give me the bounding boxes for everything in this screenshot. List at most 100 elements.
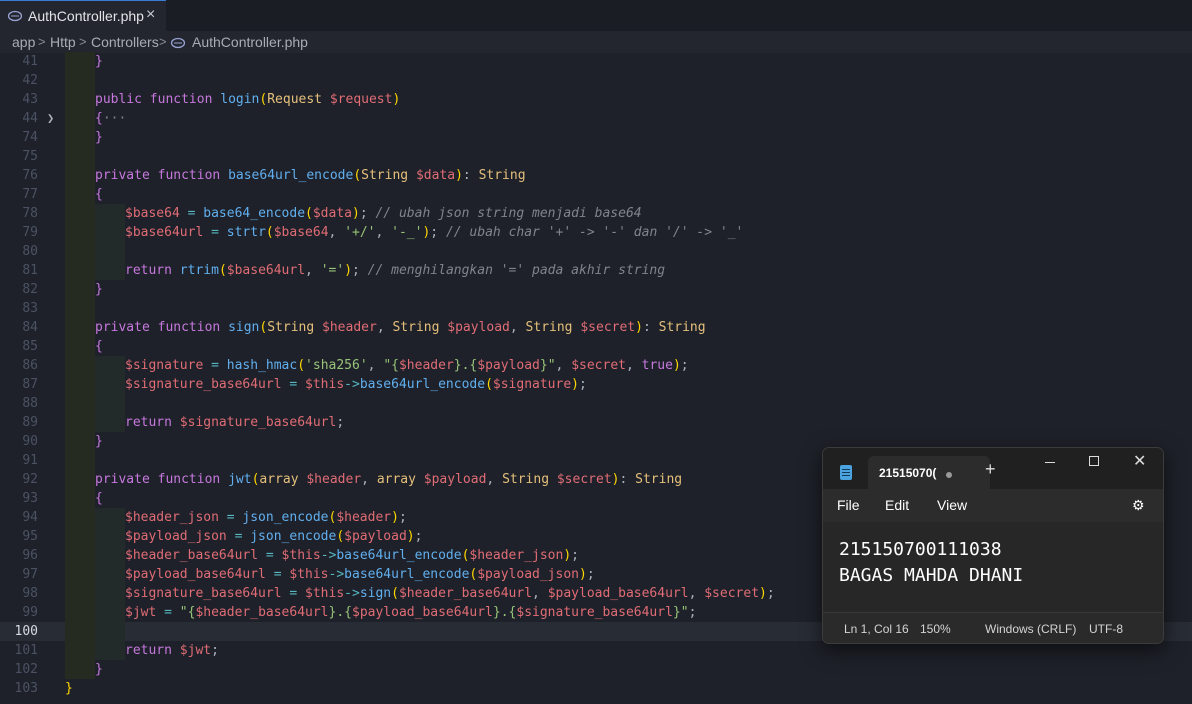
code-token: hash_hmac [226, 358, 298, 373]
code-line[interactable]: 103} [0, 679, 1192, 698]
code-text: public function login(Request $request) [95, 90, 400, 109]
maximize-button[interactable] [1089, 456, 1099, 466]
code-token: ) [759, 586, 767, 601]
code-token: } [65, 681, 73, 696]
code-token: $base64url [226, 263, 306, 278]
code-token: // menghilangkan '=' pada akhir string [367, 263, 666, 278]
code-line[interactable]: 102} [0, 660, 1192, 679]
notepad-text-line: BAGAS MAHDA DHANI [839, 565, 1024, 586]
code-line[interactable]: 43 public function login(Request $request… [0, 90, 1192, 109]
indent-guide [95, 413, 125, 432]
line-number: 83 [22, 301, 38, 316]
code-line[interactable]: 42 [0, 71, 1192, 90]
status-line-ending[interactable]: Windows (CRLF) [985, 622, 1076, 636]
code-token: : [462, 168, 479, 183]
code-token: = [265, 567, 290, 582]
code-text: } [95, 52, 103, 71]
indent-guide [95, 603, 125, 622]
code-line[interactable]: 89 return $signature_base64url; [0, 413, 1192, 432]
status-position: Ln 1, Col 16 [844, 622, 909, 636]
new-tab-button[interactable]: + [985, 459, 996, 480]
menu-file[interactable]: File [837, 497, 860, 513]
status-zoom[interactable]: 150% [920, 622, 951, 636]
line-number: 91 [22, 453, 38, 468]
code-token: $base64 [125, 206, 180, 221]
notepad-text-area[interactable]: 215150700111038 BAGAS MAHDA DHANI [823, 522, 1163, 612]
code-token: $payload_base64url [125, 567, 266, 582]
code-token: $payload [423, 472, 487, 487]
chevron-right-icon: > [159, 34, 167, 49]
code-line[interactable]: 79 $base64url = strtr($base64, '+/', '-_'… [0, 223, 1192, 242]
indent-guide [65, 356, 95, 375]
code-token: , [305, 263, 321, 278]
status-encoding[interactable]: UTF-8 [1089, 622, 1123, 636]
code-line[interactable]: 75 [0, 147, 1192, 166]
notepad-tab[interactable]: 21515070( [868, 456, 990, 489]
indent-guide [65, 109, 95, 128]
code-token: , [328, 225, 345, 240]
notepad-menubar: File Edit View ⚙ [823, 489, 1163, 522]
unsaved-dot-icon[interactable] [946, 472, 952, 478]
code-line[interactable]: 84 private function sign(String $header, … [0, 318, 1192, 337]
menu-edit[interactable]: Edit [885, 497, 909, 513]
code-token: $header_base64url [398, 586, 533, 601]
code-line[interactable]: 41} [0, 52, 1192, 71]
code-line[interactable]: 83 [0, 299, 1192, 318]
line-number: 87 [22, 377, 38, 392]
code-token: ) [392, 92, 401, 107]
line-number: 84 [22, 320, 38, 335]
code-line[interactable]: 82} [0, 280, 1192, 299]
code-token: $signature [125, 358, 204, 373]
code-text: { [95, 489, 103, 508]
code-token: $this [305, 586, 345, 601]
code-line[interactable]: 81 return rtrim($base64url, '='); // meng… [0, 261, 1192, 280]
code-line[interactable]: 88 [0, 394, 1192, 413]
code-token: -> [344, 377, 360, 392]
code-line[interactable]: 80 [0, 242, 1192, 261]
settings-gear-icon[interactable]: ⚙ [1132, 497, 1145, 514]
code-text: $base64 = base64_encode($data); // ubah … [125, 204, 642, 223]
breadcrumb-http[interactable]: Http [50, 34, 76, 50]
minimize-button[interactable] [1045, 462, 1055, 463]
line-number: 102 [14, 662, 38, 677]
code-line[interactable]: 78 $base64 = base64_encode($data); // uba… [0, 204, 1192, 223]
code-token: { [95, 111, 103, 126]
breadcrumb-app[interactable]: app [12, 34, 35, 50]
code-token: $signature_base64url [125, 377, 282, 392]
code-line[interactable]: 77 { [0, 185, 1192, 204]
code-line[interactable]: 87 $signature_base64url = $this->base64ur… [0, 375, 1192, 394]
code-text: } [95, 432, 103, 451]
code-token: String [392, 320, 448, 335]
code-line[interactable]: 86 $signature = hash_hmac('sha256', "{$he… [0, 356, 1192, 375]
indent-guide [65, 603, 95, 622]
code-token: base64url_encode [344, 567, 470, 582]
code-line[interactable]: 74} [0, 128, 1192, 147]
code-token: ; [586, 567, 595, 582]
menu-view[interactable]: View [937, 497, 967, 513]
code-line[interactable]: 44 ❯ {··· [0, 109, 1192, 128]
code-token: base64url_encode [228, 168, 354, 183]
code-text: return $jwt; [125, 641, 219, 660]
tab-authcontroller[interactable]: AuthController.php × [0, 0, 166, 31]
line-number: 86 [22, 358, 38, 373]
code-line[interactable]: 76 private function base64url_encode(Stri… [0, 166, 1192, 185]
code-text: $signature_base64url = $this->base64url_… [125, 375, 587, 394]
close-icon[interactable]: × [146, 6, 155, 24]
code-token: $signature_base64url [125, 586, 282, 601]
code-line[interactable]: 85 { [0, 337, 1192, 356]
code-token: $this [281, 548, 321, 563]
indent-guide [65, 280, 95, 299]
php-file-icon [8, 10, 22, 22]
notepad-titlebar[interactable]: 21515070( + ✕ [823, 448, 1163, 489]
breadcrumb-file[interactable]: AuthController.php [192, 34, 308, 50]
line-number: 95 [22, 529, 38, 544]
fold-chevron-icon[interactable]: ❯ [47, 109, 54, 128]
indent-guide [65, 451, 95, 470]
breadcrumb-controllers[interactable]: Controllers [91, 34, 159, 50]
code-token: $secret [580, 320, 636, 335]
code-text: } [95, 280, 103, 299]
code-text: private function base64url_encode(String… [95, 166, 526, 185]
close-window-button[interactable]: ✕ [1133, 451, 1146, 471]
code-text: $signature = hash_hmac('sha256', "{$head… [125, 356, 689, 375]
code-token: ; [688, 605, 697, 620]
